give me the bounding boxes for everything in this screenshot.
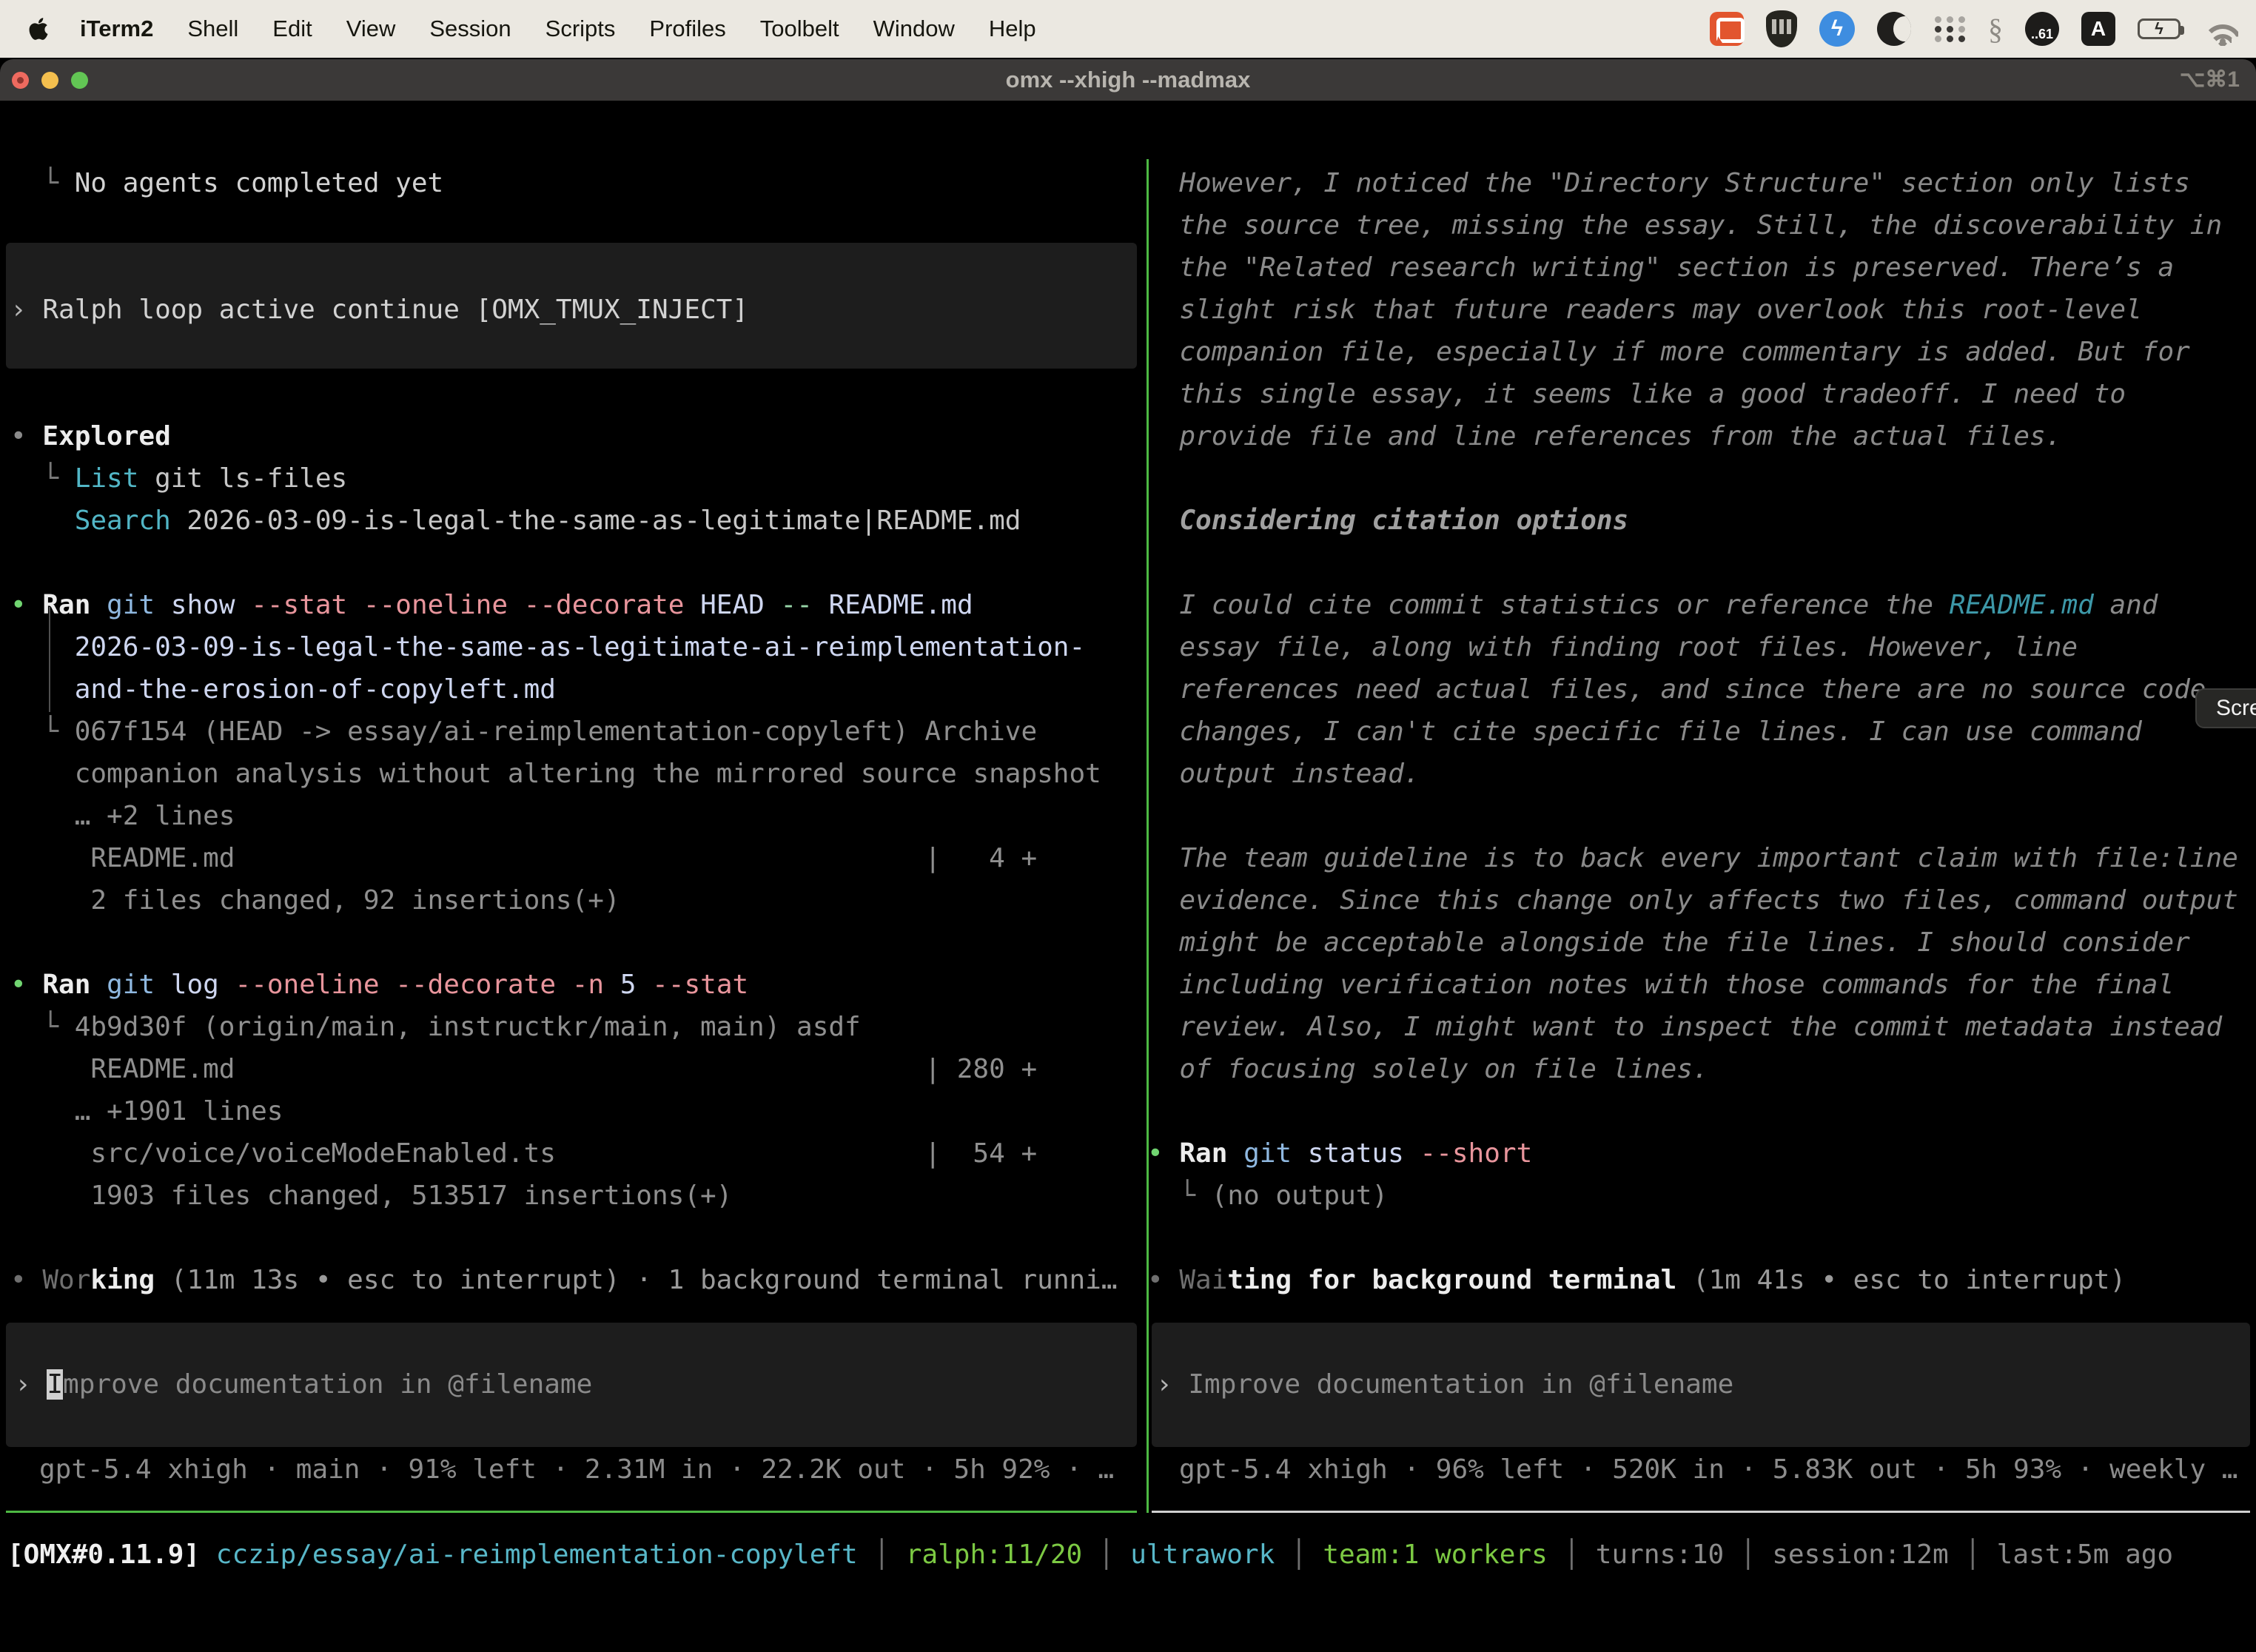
terminal-line: slight risk that future readers may over… <box>1147 289 2238 331</box>
chat-icon[interactable] <box>1710 12 1744 46</box>
terminal-line: └ No agents completed yet <box>10 162 1118 204</box>
menu-bar-status-icons: ϟ § ..61 A ϟ <box>1710 0 2243 58</box>
terminal-line: └ 067f154 (HEAD -> essay/ai-reimplementa… <box>10 711 1118 753</box>
terminal-line <box>10 246 1118 289</box>
menu-item-help[interactable]: Help <box>989 16 1036 42</box>
right-pane-border <box>1152 1511 2250 1513</box>
terminal-line: the source tree, missing the essay. Stil… <box>1147 204 2238 246</box>
window-title: omx --xhigh --madmax <box>0 59 2256 101</box>
terminal-line: of focusing solely on file lines. <box>1147 1048 2238 1090</box>
terminal-line: including verification notes with those … <box>1147 964 2238 1006</box>
menu-item-toolbelt[interactable]: Toolbelt <box>760 16 839 42</box>
terminal-line <box>10 1217 1118 1259</box>
terminal-line: 2 files changed, 92 insertions(+) <box>10 879 1118 921</box>
menu-item-profiles[interactable]: Profiles <box>649 16 725 42</box>
terminal-line <box>1147 1090 2238 1132</box>
terminal-line: Considering citation options <box>1147 500 2238 542</box>
terminal-line <box>1147 457 2238 500</box>
terminal-line: evidence. Since this change only affects… <box>1147 879 2238 921</box>
terminal-line <box>10 204 1118 246</box>
terminal-line: companion file, especially if more comme… <box>1147 331 2238 373</box>
terminal-line: src/voice/voiceModeEnabled.ts | 54 + <box>10 1132 1118 1175</box>
terminal-line: I could cite commit statistics or refere… <box>1147 584 2238 626</box>
terminal-line: changes, I can't cite specific file line… <box>1147 711 2238 753</box>
terminal-line: └ List git ls-files <box>10 457 1118 500</box>
terminal-line: … +2 lines <box>10 795 1118 837</box>
menu-item-edit[interactable]: Edit <box>272 16 312 42</box>
terminal-line: might be acceptable alongside the file l… <box>1147 921 2238 964</box>
terminal-line: • Ran git log --oneline --decorate -n 5 … <box>10 964 1118 1006</box>
terminal-line: Search 2026-03-09-is-legal-the-same-as-l… <box>10 500 1118 542</box>
shield-icon[interactable] <box>1766 10 1797 47</box>
pane-divider[interactable] <box>1147 159 1149 1513</box>
screen-share-overlay[interactable]: Scre <box>2195 688 2256 728</box>
terminal-line: However, I noticed the "Directory Struct… <box>1147 162 2238 204</box>
menu-item-shell[interactable]: Shell <box>187 16 238 42</box>
terminal-line: references need actual files, and since … <box>1147 668 2238 711</box>
menu-item-iterm2[interactable]: iTerm2 <box>80 16 153 42</box>
terminal-line: • Ran git status --short <box>1147 1132 2238 1175</box>
omx-status-bar: [OMX#0.11.9] cczip/essay/ai-reimplementa… <box>7 1534 2173 1576</box>
moon-icon[interactable] <box>1877 12 1911 46</box>
apple-menu-icon[interactable] <box>28 16 49 41</box>
squiggle-icon[interactable]: § <box>1988 12 2003 47</box>
right-prompt-input[interactable]: › Improve documentation in @filename <box>1156 1363 1733 1406</box>
terminal-line: • Ran git show --stat --oneline --decora… <box>10 584 1118 626</box>
terminal-line: and-the-erosion-of-copyleft.md <box>10 668 1118 711</box>
window-shortcut-badge: ⌥⌘1 <box>2180 59 2240 101</box>
right-pane-scrollback: However, I noticed the "Directory Struct… <box>1147 162 2238 1301</box>
terminal-line: provide file and line references from th… <box>1147 415 2238 457</box>
menu-item-view[interactable]: View <box>346 16 396 42</box>
terminal-line <box>10 542 1118 584</box>
terminal-line: └ 4b9d30f (origin/main, instructkr/main,… <box>10 1006 1118 1048</box>
iterm2-window: omx --xhigh --madmax ⌥⌘1 └ No agents com… <box>0 59 2256 1636</box>
terminal-line <box>10 921 1118 964</box>
right-model-status-line: gpt-5.4 xhigh · 96% left · 520K in · 5.8… <box>1179 1448 2237 1491</box>
left-prompt-input[interactable]: › Improve documentation in @filename <box>15 1363 592 1406</box>
terminal-line: this single essay, it seems like a good … <box>1147 373 2238 415</box>
menu-item-window[interactable]: Window <box>873 16 955 42</box>
terminal-line: essay file, along with finding root file… <box>1147 626 2238 668</box>
terminal-line: companion analysis without altering the … <box>10 753 1118 795</box>
terminal-line <box>1147 542 2238 584</box>
screen: iTerm2 Shell Edit View Session Scripts Profile… <box>0 0 2256 1652</box>
macos-menu-bar: iTerm2 Shell Edit View Session Scripts Profile… <box>0 0 2256 58</box>
percent-badge-icon[interactable]: ..61 <box>2025 12 2059 46</box>
prompt-line: › Improve documentation in @filename <box>15 1363 592 1406</box>
terminal-line: └ (no output) <box>1147 1175 2238 1217</box>
terminal-line: the "Related research writing" section i… <box>1147 246 2238 289</box>
left-pane-active-border <box>6 1511 1137 1513</box>
window-title-bar[interactable]: omx --xhigh --madmax ⌥⌘1 <box>0 59 2256 101</box>
terminal-line <box>10 373 1118 415</box>
terminal-line: README.md | 280 + <box>10 1048 1118 1090</box>
terminal-line <box>10 331 1118 373</box>
terminal-line: review. Also, I might want to inspect th… <box>1147 1006 2238 1048</box>
terminal-line <box>1147 1217 2238 1259</box>
left-model-status-line: gpt-5.4 xhigh · main · 91% left · 2.31M … <box>39 1448 1114 1491</box>
bolt-icon[interactable]: ϟ <box>1819 11 1855 47</box>
battery-charging-icon[interactable]: ϟ <box>2138 19 2181 39</box>
terminal-line: • Waiting for background terminal (1m 41… <box>1147 1259 2238 1301</box>
terminal-line: README.md | 4 + <box>10 837 1118 879</box>
a-badge-icon[interactable]: A <box>2081 12 2115 46</box>
left-pane-scrollback: └ No agents completed yet › Ralph loop ac… <box>10 162 1118 1301</box>
terminal-line: … +1901 lines <box>10 1090 1118 1132</box>
terminal-line: 2026-03-09-is-legal-the-same-as-legitima… <box>10 626 1118 668</box>
terminal-line: 1903 files changed, 513517 insertions(+) <box>10 1175 1118 1217</box>
menu-item-scripts[interactable]: Scripts <box>545 16 616 42</box>
wifi-icon[interactable] <box>2203 13 2243 44</box>
terminal-line: • Working (11m 13s • esc to interrupt) ·… <box>10 1259 1118 1301</box>
terminal-line: › Ralph loop active continue [OMX_TMUX_I… <box>10 289 1118 331</box>
omx-status-line: [OMX#0.11.9] cczip/essay/ai-reimplementa… <box>7 1534 2173 1576</box>
dots-grid-icon[interactable] <box>1933 13 1966 45</box>
terminal-line: • Explored <box>10 415 1118 457</box>
terminal-line: output instead. <box>1147 753 2238 795</box>
terminal-line: The team guideline is to back every impo… <box>1147 837 2238 879</box>
menu-item-session[interactable]: Session <box>429 16 511 42</box>
prompt-line: › Improve documentation in @filename <box>1156 1363 1733 1406</box>
terminal-line <box>1147 795 2238 837</box>
